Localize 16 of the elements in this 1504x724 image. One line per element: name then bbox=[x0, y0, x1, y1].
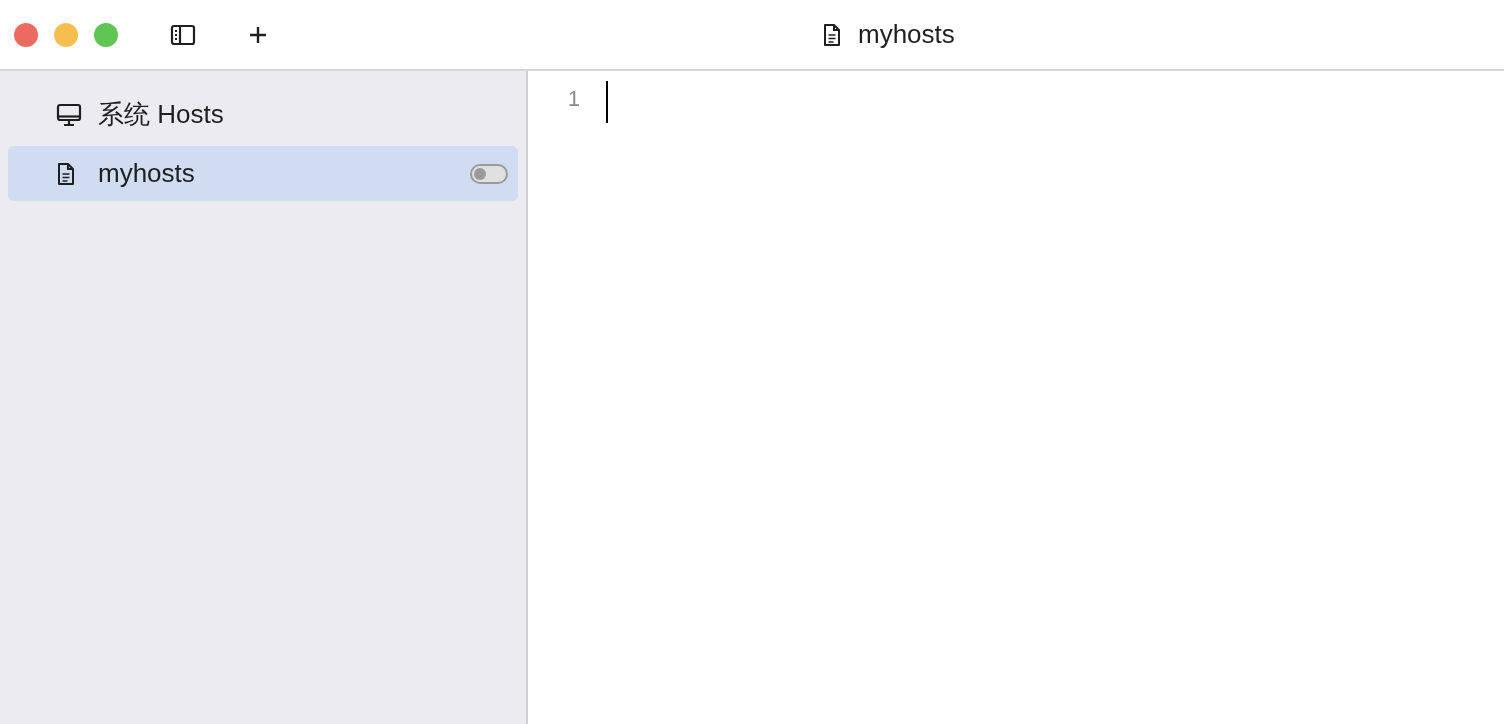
monitor-icon bbox=[56, 102, 82, 127]
window-title: myhosts bbox=[858, 18, 955, 51]
close-button[interactable] bbox=[14, 22, 38, 47]
item-label: myhosts bbox=[98, 157, 196, 190]
maximize-button[interactable] bbox=[94, 22, 118, 47]
sidebar-item[interactable]: 系统 Hosts bbox=[8, 87, 518, 142]
text-cursor bbox=[606, 81, 608, 123]
line-number: 1 bbox=[567, 85, 580, 113]
toggle-switch[interactable] bbox=[470, 163, 508, 184]
document-icon bbox=[56, 161, 76, 186]
add-icon[interactable] bbox=[248, 24, 268, 45]
item-label: 系统 Hosts bbox=[98, 98, 225, 131]
minimize-button[interactable] bbox=[54, 22, 78, 47]
document-icon bbox=[822, 22, 842, 47]
sidebar-item[interactable]: myhosts bbox=[8, 146, 518, 201]
sidebar-toggle-icon[interactable] bbox=[170, 23, 196, 46]
